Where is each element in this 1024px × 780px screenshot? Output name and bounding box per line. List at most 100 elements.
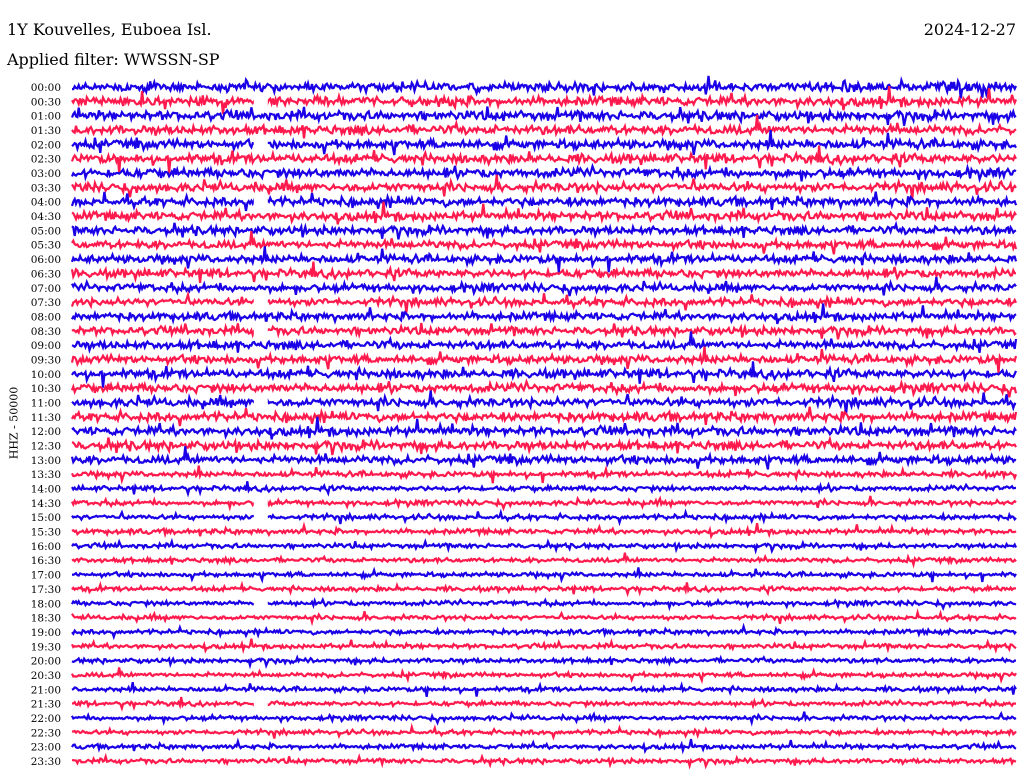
seismic-trace-row [71, 737, 1017, 755]
data-gap [253, 293, 268, 312]
row-time-label: 03:00 [31, 168, 61, 180]
data-gap [253, 135, 268, 154]
seismic-trace-row [71, 322, 1017, 340]
row-time-label: 05:00 [31, 225, 61, 237]
row-time-label: 04:30 [31, 211, 61, 223]
row-time-label: 00:00 [31, 82, 61, 94]
seismic-trace-row [70, 446, 1017, 470]
row-time-label: 20:30 [31, 670, 61, 682]
row-time-label: 23:00 [31, 742, 61, 754]
row-time-label: 11:00 [31, 397, 61, 409]
seismic-trace-row [71, 596, 1017, 612]
row-time-label: 15:30 [31, 527, 61, 539]
row-time-label: 11:30 [31, 412, 61, 424]
seismic-trace-row [71, 710, 1017, 727]
seismic-trace-row [71, 481, 1017, 498]
row-time-label: 02:30 [31, 154, 61, 166]
seismic-trace-row [71, 303, 1017, 326]
row-time-label: 14:00 [31, 484, 61, 496]
row-time-label: 21:00 [31, 684, 61, 696]
row-time-label: 06:00 [31, 254, 61, 266]
seismic-trace-row [71, 667, 1017, 685]
data-gap [253, 393, 268, 412]
row-time-label: 16:00 [31, 541, 61, 553]
seismic-trace-row [71, 608, 1017, 627]
seismic-trace-row [71, 220, 1017, 240]
row-time-label: 21:30 [31, 699, 61, 711]
seismic-trace-row [71, 508, 1017, 527]
seismic-trace-row [70, 290, 1017, 313]
seismic-trace-row [71, 566, 1017, 584]
data-gap [253, 192, 268, 211]
data-gap [253, 694, 268, 713]
data-gap [253, 92, 268, 111]
seismic-trace-row [71, 654, 1017, 670]
row-time-label: 06:30 [31, 268, 61, 280]
row-time-label: 04:00 [31, 197, 61, 209]
time-label-group: 00:00 00:30 01:00 01:30 02:00 02:30 03:00 03:30… [31, 82, 61, 768]
seismic-trace-row [71, 361, 1018, 388]
data-gap [253, 508, 268, 527]
seismic-trace-row [71, 537, 1018, 555]
seismic-trace-row [71, 521, 1017, 540]
seismic-trace-row [71, 681, 1017, 697]
seismic-trace-row [71, 696, 1016, 712]
data-gap [253, 594, 268, 613]
row-time-label: 08:00 [31, 311, 61, 323]
row-time-label: 22:30 [31, 727, 61, 739]
row-time-label: 17:00 [31, 570, 61, 582]
row-time-label: 05:30 [31, 240, 61, 252]
seismic-trace-row [70, 261, 1017, 284]
data-gap [253, 321, 268, 340]
seismic-trace-row [71, 406, 1018, 427]
seismic-trace-row [71, 622, 1017, 641]
row-time-label: 19:00 [31, 627, 61, 639]
seismic-trace-row [71, 416, 1017, 440]
seismic-trace-row [71, 495, 1017, 512]
row-time-label: 01:00 [31, 111, 61, 123]
row-time-label: 02:00 [31, 139, 61, 151]
seismic-trace-row [70, 191, 1018, 212]
seismic-trace-row [71, 752, 1017, 770]
row-time-label: 08:30 [31, 326, 61, 338]
row-time-label: 07:30 [31, 297, 61, 309]
row-time-label: 12:30 [31, 441, 61, 453]
row-time-label: 14:30 [31, 498, 61, 510]
row-time-label: 18:30 [31, 613, 61, 625]
row-time-label: 09:30 [31, 354, 61, 366]
trace-group [70, 75, 1018, 770]
seismic-trace-row [71, 230, 1018, 255]
seismic-trace-row [70, 162, 1017, 184]
seismic-trace-row [71, 390, 1017, 415]
row-time-label: 19:30 [31, 641, 61, 653]
seismic-trace-row [72, 75, 1017, 99]
row-time-label: 15:00 [31, 512, 61, 524]
row-time-label: 10:30 [31, 383, 61, 395]
row-time-label: 17:30 [31, 584, 61, 596]
row-time-label: 18:00 [31, 598, 61, 610]
seismic-trace-row [70, 378, 1018, 398]
row-time-label: 07:00 [31, 283, 61, 295]
row-time-label: 12:00 [31, 426, 61, 438]
row-time-label: 22:00 [31, 713, 61, 725]
seismic-trace-row [71, 85, 1018, 115]
seismic-trace-row [71, 580, 1017, 598]
row-time-label: 13:30 [31, 469, 61, 481]
row-time-label: 01:30 [31, 125, 61, 137]
seismic-trace-row [70, 106, 1017, 126]
seismic-trace-row [71, 464, 1018, 485]
row-time-label: 16:30 [31, 555, 61, 567]
row-time-label: 13:00 [31, 455, 61, 467]
seismic-trace-row [71, 552, 1017, 569]
seismic-trace-row [71, 638, 1017, 655]
row-time-label: 03:30 [31, 182, 61, 194]
row-time-label: 00:30 [31, 96, 61, 108]
row-time-label: 20:00 [31, 656, 61, 668]
seismic-trace-row [71, 435, 1017, 456]
row-time-label: 23:30 [31, 756, 61, 768]
seismic-trace-row [71, 722, 1017, 741]
helicorder-plot: 00:00 00:30 01:00 01:30 02:00 02:30 03:00 03:30… [31, 75, 1018, 770]
row-time-label: 10:00 [31, 369, 61, 381]
seismic-trace-row [70, 346, 1018, 374]
row-time-label: 09:00 [31, 340, 61, 352]
